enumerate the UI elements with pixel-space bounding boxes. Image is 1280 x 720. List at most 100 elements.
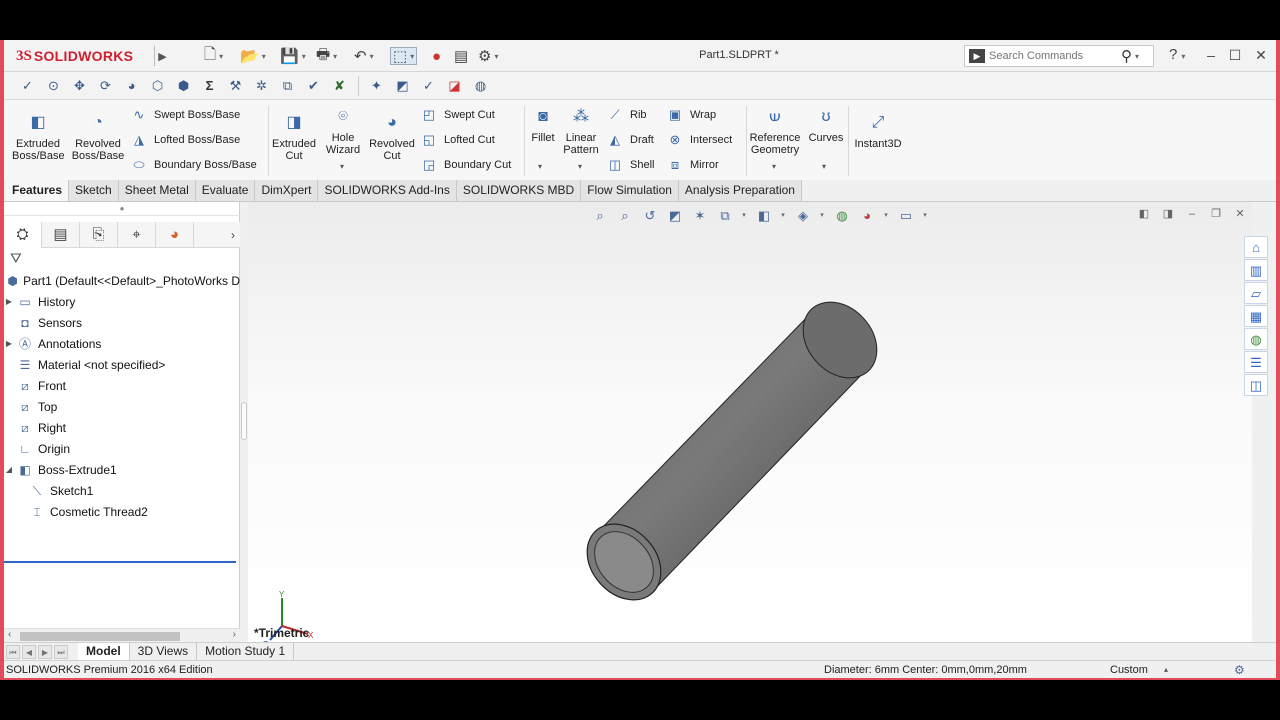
tab-sheet-metal[interactable]: Sheet Metal (118, 180, 196, 201)
tree-item-right-plane[interactable]: ⧄ Right (4, 417, 240, 438)
revolved-cut-button[interactable]: ◕ Revolved Cut (366, 112, 418, 162)
part-icon[interactable]: ⬢ (174, 76, 193, 95)
tab-dimxpert[interactable]: DimXpert (255, 180, 319, 201)
chevron-down-icon[interactable]: ▾ (921, 206, 929, 226)
chevron-down-icon[interactable]: ▾ (578, 162, 582, 171)
display-style-icon[interactable]: ◧ (754, 206, 774, 226)
check-icon[interactable]: ✔ (304, 76, 323, 95)
graphics-area[interactable]: ⌕ ⌕ ↺ ◩ ✶ ⧉ ▾ ◧ ▾ ◈ ▾ ◍ ◕ ▾ ▭ ▾ ◧ ◨ – ❐ … (248, 202, 1252, 642)
minimize-button[interactable]: – (1202, 46, 1220, 64)
previous-view-icon[interactable]: ↺ (640, 206, 660, 226)
move-icon[interactable]: ✥ (70, 76, 89, 95)
tree-item-origin[interactable]: ∟ Origin (4, 438, 240, 459)
tab-solidworks-add-ins[interactable]: SOLIDWORKS Add-Ins (318, 180, 457, 201)
solidworks-logo[interactable]: 3S SOLIDWORKS (16, 44, 133, 68)
draft-button[interactable]: ◭ Draft (606, 131, 654, 149)
close-button[interactable]: ✕ (1252, 46, 1270, 64)
viewport-restore-button[interactable]: ❐ (1204, 204, 1228, 224)
custom-properties-icon[interactable]: ☰ (1244, 351, 1268, 373)
chevron-down-icon[interactable]: ▾ (822, 162, 826, 171)
collapse-arrow-icon[interactable]: ◢ (4, 465, 14, 474)
view-palette-icon[interactable]: ▦ (1244, 305, 1268, 327)
scrollbar-thumb[interactable] (20, 632, 180, 641)
tree-item-sensors[interactable]: ◘ Sensors (4, 312, 240, 333)
mirror-button[interactable]: ⧈ Mirror (666, 156, 719, 174)
instant3d-button[interactable]: ⤢ Instant3D (852, 112, 904, 150)
expand-arrow-icon[interactable]: ▶ (4, 339, 14, 348)
swept-boss-button[interactable]: ∿ Swept Boss/Base (130, 106, 241, 124)
scroll-right-icon[interactable]: › (233, 629, 236, 640)
zoom-to-fit-icon[interactable]: ⌕ (590, 206, 610, 226)
chevron-up-icon[interactable]: ▴ (1164, 661, 1168, 678)
zoom-icon[interactable]: ⊙ (44, 76, 63, 95)
tree-item-sketch1[interactable]: ⟍ Sketch1 (4, 480, 240, 501)
lofted-cut-button[interactable]: ◱ Lofted Cut (420, 131, 495, 149)
linear-pattern-button[interactable]: ⁂ Linear Pattern (560, 106, 602, 156)
edit-appearance-icon[interactable]: ◍ (832, 206, 852, 226)
expand-arrow-icon[interactable]: ▶ (4, 297, 14, 306)
tree-item-top-plane[interactable]: ⧄ Top (4, 396, 240, 417)
chevron-down-icon[interactable]: ▾ (740, 206, 748, 226)
forum-icon[interactable]: ◫ (1244, 374, 1268, 396)
scroll-left-icon[interactable]: ‹ (8, 629, 11, 640)
tree-item-front-plane[interactable]: ⧄ Front (4, 375, 240, 396)
boundary-cut-button[interactable]: ◲ Boundary Cut (420, 156, 511, 174)
last-tab-icon[interactable]: ⏭ (54, 644, 68, 659)
chevron-down-icon[interactable]: ▾ (779, 206, 787, 226)
units-selector[interactable]: Custom (1110, 661, 1148, 678)
search-type-icon[interactable]: ▶ (969, 49, 985, 63)
chevron-down-icon[interactable]: ▾ (538, 162, 542, 171)
chevron-down-icon[interactable]: ▾ (1135, 52, 1139, 61)
chevron-right-icon[interactable]: › (231, 222, 235, 248)
hide-show-items-icon[interactable]: ◈ (793, 206, 813, 226)
property-manager-tab-icon[interactable]: ▤ (42, 222, 80, 248)
rebuild-button[interactable]: ● (432, 47, 441, 65)
next-tab-icon[interactable]: ▶ (38, 644, 52, 659)
globe-icon[interactable]: ◍ (471, 76, 490, 95)
maximize-button[interactable]: ☐ (1226, 46, 1244, 64)
tree-item-boss-extrude1[interactable]: ◢ ◧ Boss-Extrude1 (4, 459, 240, 480)
prev-tab-icon[interactable]: ◀ (22, 644, 36, 659)
viewport-minimize-button[interactable]: – (1180, 204, 1204, 224)
splitter-grip[interactable] (241, 402, 247, 440)
revolved-boss-button[interactable]: ◔ Revolved Boss/Base (70, 112, 126, 162)
apply-scene-icon[interactable]: ◕ (857, 206, 877, 226)
fillet-button[interactable]: ◙ Fillet (526, 106, 560, 144)
tab-solidworks-mbd[interactable]: SOLIDWORKS MBD (456, 180, 582, 201)
extruded-cut-button[interactable]: ◨ Extruded Cut (270, 112, 318, 162)
tab-motion-study-1[interactable]: Motion Study 1 (197, 643, 295, 660)
dimxpert-icon[interactable]: ◪ (445, 76, 464, 95)
tab-flow-simulation[interactable]: Flow Simulation (581, 180, 679, 201)
chevron-down-icon[interactable]: ▾ (882, 206, 890, 226)
options-button[interactable]: ⚙ ▾ (478, 47, 498, 65)
file-explorer-icon[interactable]: ▱ (1244, 282, 1268, 304)
select-button[interactable]: ⬚ ▾ (390, 47, 418, 65)
horizontal-scrollbar[interactable]: ‹ › (4, 628, 240, 642)
restore-left-icon[interactable]: ◧ (1132, 204, 1156, 224)
new-button[interactable]: 🗋 ▾ (204, 46, 223, 65)
print-button[interactable]: 🖶 ▾ (316, 46, 337, 65)
lofted-boss-button[interactable]: ◮ Lofted Boss/Base (130, 131, 240, 149)
check-circle-icon[interactable]: ✓ (419, 76, 438, 95)
rib-button[interactable]: ⟋ Rib (606, 106, 646, 124)
sparkle-icon[interactable]: ✲ (252, 76, 271, 95)
tab-features[interactable]: Features (6, 180, 70, 201)
customize-status-icon[interactable]: ⚙ (1234, 661, 1245, 678)
chevron-down-icon[interactable]: ▾ (340, 162, 344, 171)
tools-icon[interactable]: ⚒ (226, 76, 245, 95)
display-manager-tab-icon[interactable]: ◕ (156, 222, 194, 248)
wrap-button[interactable]: ▣ Wrap (666, 106, 716, 124)
tab-3d-views[interactable]: 3D Views (130, 643, 198, 660)
filter-icon[interactable]: ⛛ (10, 250, 22, 267)
search-commands-box[interactable]: ▶ ⚲ ▾ (964, 45, 1154, 67)
file-properties-button[interactable]: ▤ (454, 47, 468, 65)
add-in-icon[interactable]: ✦ (367, 76, 386, 95)
tree-item-material[interactable]: ☰ Material <not specified> (4, 354, 240, 375)
curves-button[interactable]: ʊ Curves (806, 106, 846, 144)
search-input[interactable] (989, 50, 1119, 62)
open-button[interactable]: 📂 ▾ (240, 47, 266, 65)
save-button[interactable]: 💾 ▾ (280, 47, 306, 65)
copy-icon[interactable]: ⧉ (278, 76, 297, 95)
intersect-button[interactable]: ⊗ Intersect (666, 131, 733, 149)
extruded-boss-button[interactable]: ◧ Extruded Boss/Base (12, 112, 65, 162)
